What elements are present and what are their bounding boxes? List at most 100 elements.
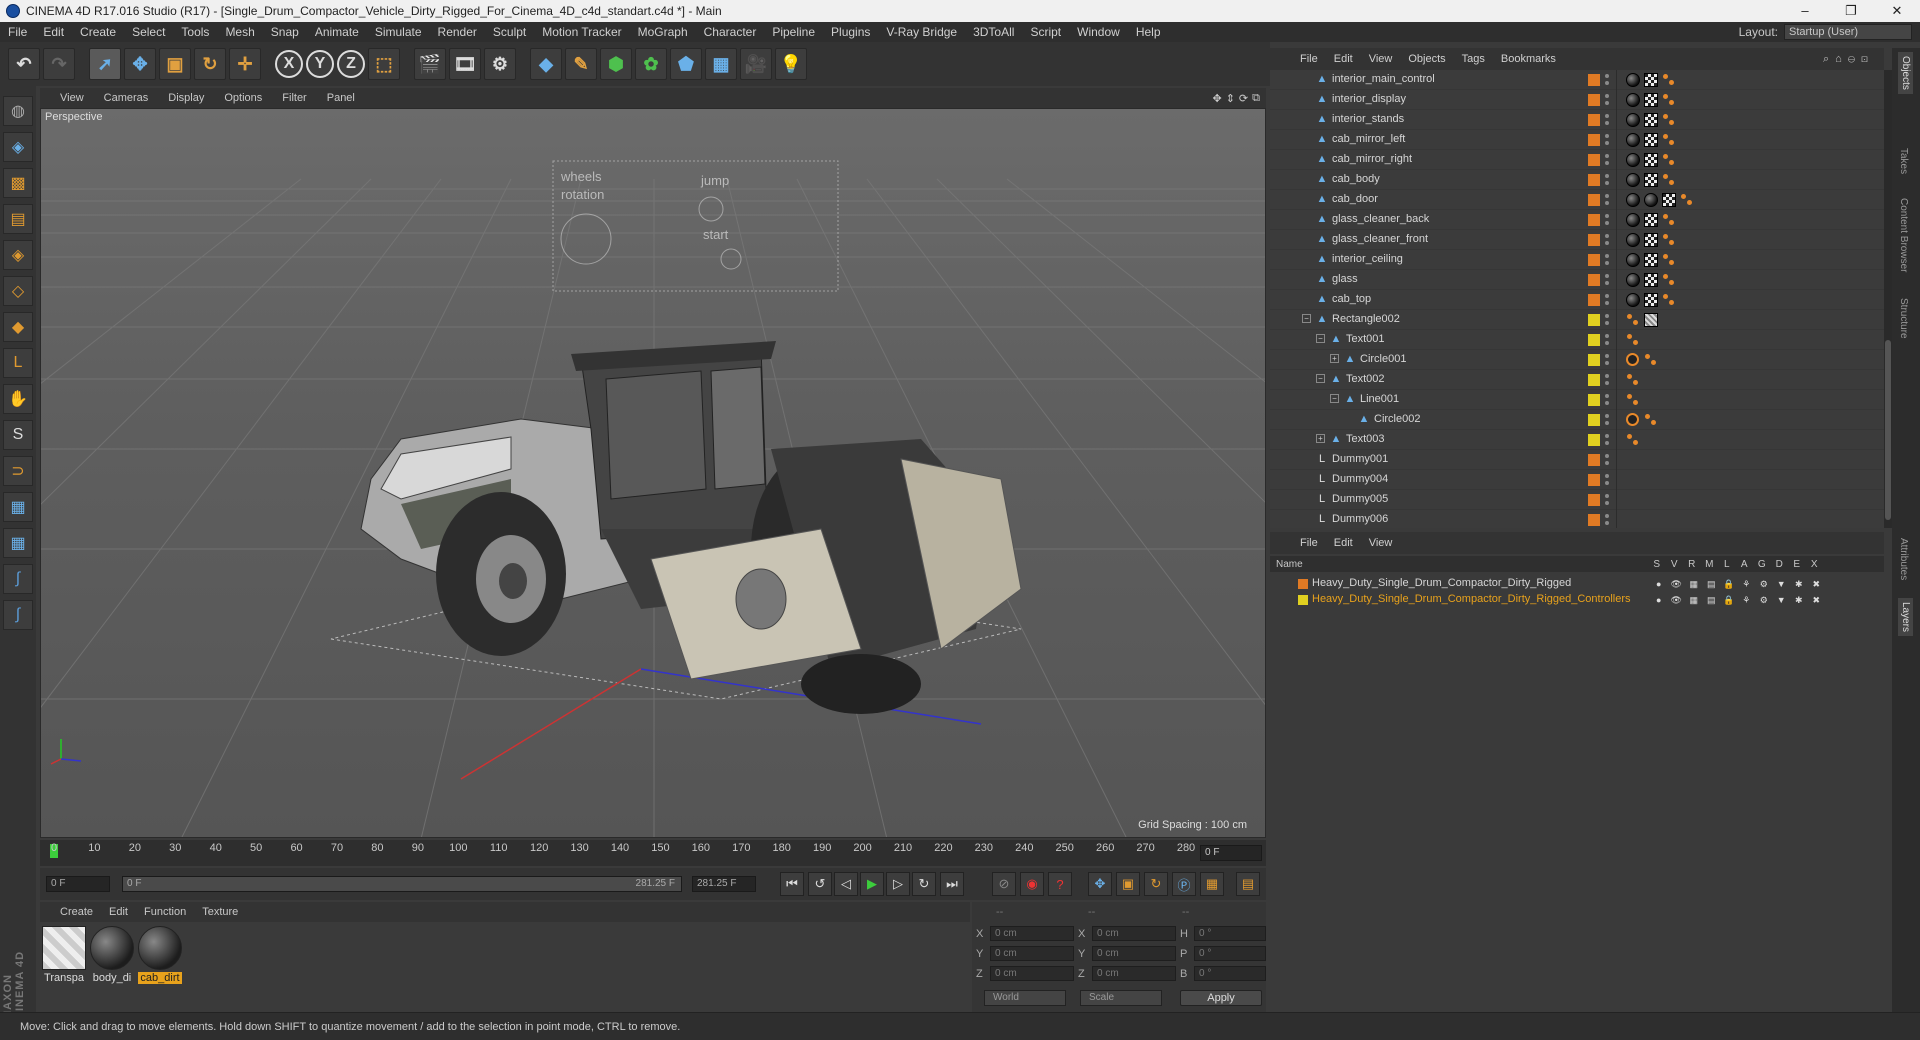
menu-simulate[interactable]: Simulate xyxy=(367,25,430,39)
layer-color-swatch[interactable] xyxy=(1588,214,1600,226)
phong-tag-icon[interactable] xyxy=(1626,433,1640,447)
object-row[interactable]: ▲ cab_mirror_left xyxy=(1270,130,1884,150)
maximize-view-icon[interactable]: ⧉ xyxy=(1252,92,1260,105)
layer-color-swatch[interactable] xyxy=(1588,74,1600,86)
play-forward-icon[interactable]: ▶ xyxy=(860,872,884,896)
uvw-tag-icon[interactable] xyxy=(1644,93,1658,107)
visibility-dots-icon[interactable] xyxy=(1603,252,1611,268)
workplane-icon[interactable]: ▦ xyxy=(3,528,33,558)
uvw-tag-icon[interactable] xyxy=(1644,253,1658,267)
expand-icon[interactable]: + xyxy=(1316,434,1325,443)
object-name[interactable]: cab_mirror_left xyxy=(1332,133,1405,145)
layer-color-swatch[interactable] xyxy=(1588,154,1600,166)
next-key-icon[interactable]: ↻ xyxy=(912,872,936,896)
visibility-dots-icon[interactable] xyxy=(1603,92,1611,108)
edges-mode-icon[interactable]: ◇ xyxy=(3,276,33,306)
om-toolbar-icons[interactable]: ⌕⌂⊖⊡ xyxy=(1823,53,1874,66)
autokeying-icon[interactable]: ◉ xyxy=(1020,872,1044,896)
cube-primitive-icon[interactable]: ◆ xyxy=(530,48,562,80)
previous-key-icon[interactable]: ↺ xyxy=(808,872,832,896)
object-row[interactable]: ▲ cab_mirror_right xyxy=(1270,150,1884,170)
layer-toggle-g-icon[interactable]: ⚙ xyxy=(1755,578,1773,590)
previous-frame-icon[interactable]: ◁ xyxy=(834,872,858,896)
material-tag-icon[interactable] xyxy=(1626,153,1640,167)
material-tag-icon[interactable] xyxy=(1626,293,1640,307)
layer-column-e[interactable]: E xyxy=(1788,559,1806,570)
render-settings-icon[interactable]: ⚙ xyxy=(484,48,516,80)
position-z-field[interactable]: 0 cm xyxy=(990,966,1074,981)
key-pla-icon[interactable]: ▦ xyxy=(1200,872,1224,896)
layer-toggle-a-icon[interactable]: ⚘ xyxy=(1738,594,1756,606)
object-row[interactable]: ▲ glass_cleaner_back xyxy=(1270,210,1884,230)
protection-tag-icon[interactable] xyxy=(1626,353,1639,366)
material-tag-icon[interactable] xyxy=(1626,93,1640,107)
object-name[interactable]: glass_cleaner_front xyxy=(1332,233,1428,245)
material-transparent[interactable]: Transpa xyxy=(42,926,86,984)
object-row[interactable]: ▲ interior_main_control xyxy=(1270,70,1884,90)
next-frame-icon[interactable]: ▷ xyxy=(886,872,910,896)
material-tag-icon[interactable] xyxy=(1626,273,1640,287)
rotation-h-field[interactable]: 0 ° xyxy=(1194,926,1266,941)
layer-toggle-v-icon[interactable]: 👁 xyxy=(1668,594,1686,606)
key-position-icon[interactable]: ✥ xyxy=(1088,872,1112,896)
object-row[interactable]: + ▲ Text003 xyxy=(1270,430,1884,450)
object-name[interactable]: cab_door xyxy=(1332,193,1378,205)
visibility-dots-icon[interactable] xyxy=(1603,412,1611,428)
rotate-tool-icon[interactable]: ↻ xyxy=(194,48,226,80)
object-row[interactable]: L Dummy005 xyxy=(1270,490,1884,510)
uvw-tag-icon[interactable] xyxy=(1644,173,1658,187)
visibility-dots-icon[interactable] xyxy=(1603,212,1611,228)
model-mode-icon[interactable]: ◈ xyxy=(3,132,33,162)
object-name[interactable]: Line001 xyxy=(1360,393,1399,405)
layer-column-l[interactable]: L xyxy=(1718,559,1736,570)
rotation-b-field[interactable]: 0 ° xyxy=(1194,966,1266,981)
object-name[interactable]: Circle002 xyxy=(1374,413,1420,425)
size-y-field[interactable]: 0 cm xyxy=(1092,946,1176,961)
layer-toggle-m-icon[interactable]: ▤ xyxy=(1703,594,1721,606)
om-menu-bookmarks[interactable]: Bookmarks xyxy=(1493,53,1564,65)
scale-tool-icon[interactable]: ▣ xyxy=(159,48,191,80)
menu-help[interactable]: Help xyxy=(1128,25,1169,39)
position-y-field[interactable]: 0 cm xyxy=(990,946,1074,961)
phong-tag-icon[interactable] xyxy=(1626,313,1640,327)
tweak-mode-icon[interactable]: ✋ xyxy=(3,384,33,414)
material-menu-create[interactable]: Create xyxy=(52,906,101,918)
pen-spline-icon[interactable]: ✎ xyxy=(565,48,597,80)
layer-row[interactable]: Heavy_Duty_Single_Drum_Compactor_Dirty_R… xyxy=(1270,592,1884,608)
size-z-field[interactable]: 0 cm xyxy=(1092,966,1176,981)
phong-tag-icon[interactable] xyxy=(1644,413,1658,427)
layer-toggle-v-icon[interactable]: 👁 xyxy=(1668,578,1686,590)
visibility-dots-icon[interactable] xyxy=(1603,352,1611,368)
lm-menu-edit[interactable]: Edit xyxy=(1326,537,1361,549)
orbit-view-icon[interactable]: ⟳ xyxy=(1239,92,1248,105)
layer-toggle-x-icon[interactable]: ✖ xyxy=(1808,594,1826,606)
key-rotation-icon[interactable]: ↻ xyxy=(1144,872,1168,896)
layer-toggle-a-icon[interactable]: ⚘ xyxy=(1738,578,1756,590)
position-x-field[interactable]: 0 cm xyxy=(990,926,1074,941)
object-row[interactable]: ▲ cab_body xyxy=(1270,170,1884,190)
layer-column-g[interactable]: G xyxy=(1753,559,1771,570)
object-name[interactable]: Dummy001 xyxy=(1332,453,1388,465)
viewport-menu-options[interactable]: Options xyxy=(214,92,272,104)
uvw-tag-icon[interactable] xyxy=(1644,233,1658,247)
axis-mode-icon[interactable]: L xyxy=(3,348,33,378)
object-name[interactable]: Text001 xyxy=(1346,333,1385,345)
rotation-p-field[interactable]: 0 ° xyxy=(1194,946,1266,961)
layer-toggle-m-icon[interactable]: ▤ xyxy=(1703,578,1721,590)
uvw-tag-icon[interactable] xyxy=(1644,213,1658,227)
menu-animate[interactable]: Animate xyxy=(307,25,367,39)
material-tag-icon[interactable] xyxy=(1626,73,1640,87)
expand-icon[interactable]: + xyxy=(1330,354,1339,363)
start-frame-field[interactable]: 0 F xyxy=(46,876,110,892)
viewport-menu-display[interactable]: Display xyxy=(158,92,214,104)
layer-color-swatch[interactable] xyxy=(1588,94,1600,106)
layer-toggle-s-icon[interactable]: ● xyxy=(1650,594,1668,606)
texture-mode-icon[interactable]: ▩ xyxy=(3,168,33,198)
pan-view-icon[interactable]: ✥ xyxy=(1212,92,1221,105)
object-row[interactable]: − ▲ Rectangle002 xyxy=(1270,310,1884,330)
object-row[interactable]: ▲ cab_door xyxy=(1270,190,1884,210)
texture-tag-icon[interactable] xyxy=(1644,313,1658,327)
layer-toggle-d-icon[interactable]: ▼ xyxy=(1773,594,1791,606)
visibility-dots-icon[interactable] xyxy=(1603,492,1611,508)
visibility-dots-icon[interactable] xyxy=(1603,232,1611,248)
